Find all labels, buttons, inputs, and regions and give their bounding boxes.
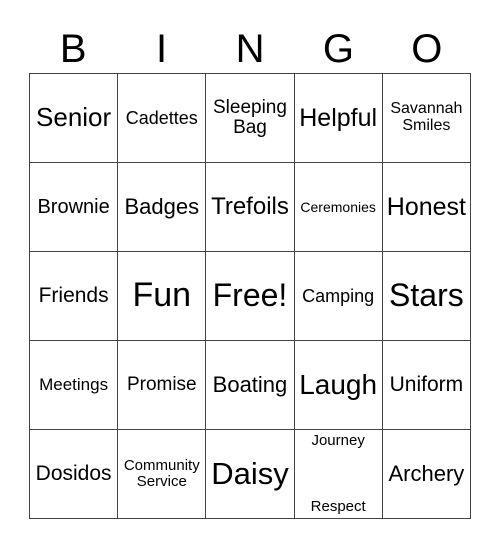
bingo-grid: Senior Cadettes Sleeping Bag Helpful Savanna…	[28, 73, 472, 519]
bingo-cell[interactable]: Sleeping Bag	[205, 73, 295, 163]
bingo-cell[interactable]: Trefoils	[205, 162, 295, 252]
cell-text: Free!	[212, 277, 288, 314]
grid-row: Brownie Badges Trefoils Ceremonies Honest	[28, 162, 472, 252]
cell-text: Fun	[132, 276, 192, 315]
cell-text: Savannah Smiles	[390, 100, 463, 134]
cell-text: Respect	[310, 498, 366, 516]
bingo-cell[interactable]: Laugh	[293, 340, 383, 430]
bingo-cell[interactable]: Archery	[381, 429, 472, 519]
cell-text: Badges	[124, 194, 200, 220]
cell-text: Honest	[386, 192, 466, 221]
grid-row: Meetings Promise Boating Laugh Uniform	[28, 340, 472, 430]
bingo-header: B I N G O	[29, 26, 471, 72]
bingo-cell[interactable]: Dosidos	[28, 429, 119, 519]
bingo-cell[interactable]: Helpful	[293, 73, 383, 163]
cell-text: Boating	[212, 372, 288, 398]
cell-text: Senior	[36, 102, 112, 133]
cell-text: Helpful	[299, 103, 378, 132]
cell-text: Promise	[126, 374, 197, 396]
bingo-cell[interactable]: Boating	[205, 340, 295, 430]
header-letter-b: B	[59, 27, 87, 71]
bingo-cell[interactable]: Promise	[117, 340, 207, 430]
header-letter-i: I	[156, 27, 168, 71]
bingo-cell[interactable]: Brownie	[28, 162, 119, 252]
bingo-cell[interactable]: Free!	[205, 251, 295, 341]
bingo-cell[interactable]: Friends	[28, 251, 119, 341]
cell-text: Ceremonies	[300, 198, 376, 215]
bingo-cell[interactable]: Badges	[117, 162, 207, 252]
cell-text: Cadettes	[125, 107, 198, 128]
bingo-cell[interactable]: Savannah Smiles	[381, 73, 472, 163]
cell-text: Camping	[302, 285, 375, 306]
grid-row: Dosidos Community Service Daisy Journey Resp…	[28, 429, 472, 519]
header-letter-g: G	[322, 27, 354, 71]
cell-text: Stars	[389, 277, 464, 314]
bingo-cell[interactable]: Journey Respect	[293, 429, 383, 519]
cell-text: Daisy	[211, 455, 289, 491]
cell-text: Brownie	[37, 195, 110, 218]
cell-text: Community Service	[123, 457, 200, 490]
bingo-cell[interactable]: Ceremonies	[293, 162, 383, 252]
bingo-cell[interactable]: Daisy	[205, 429, 295, 519]
header-letter-o: O	[411, 27, 443, 71]
cell-text: Journey	[311, 432, 365, 449]
bingo-cell[interactable]: Uniform	[381, 340, 472, 430]
bingo-cell[interactable]: Cadettes	[117, 73, 207, 163]
bingo-cell[interactable]: Camping	[293, 251, 383, 341]
cell-text: Archery	[388, 461, 465, 487]
grid-row: Senior Cadettes Sleeping Bag Helpful Savanna…	[28, 73, 472, 163]
bingo-cell[interactable]: Community Service	[117, 429, 207, 519]
bingo-cell[interactable]: Stars	[381, 251, 472, 341]
bingo-cell[interactable]: Meetings	[28, 340, 119, 430]
grid-row: Friends Fun Free! Camping Stars	[28, 251, 472, 341]
cell-text: Laugh	[299, 369, 378, 401]
cell-text: Dosidos	[35, 461, 112, 485]
bingo-cell[interactable]: Senior	[28, 73, 119, 163]
header-letter-n: N	[235, 27, 265, 71]
cell-text: Meetings	[39, 375, 109, 395]
cell-text: Friends	[38, 283, 109, 307]
cell-text: Sleeping Bag	[212, 97, 287, 138]
cell-text: Uniform	[389, 372, 464, 396]
cell-text: Trefoils	[211, 193, 289, 221]
bingo-cell[interactable]: Honest	[381, 162, 472, 252]
bingo-cell[interactable]: Fun	[117, 251, 207, 341]
